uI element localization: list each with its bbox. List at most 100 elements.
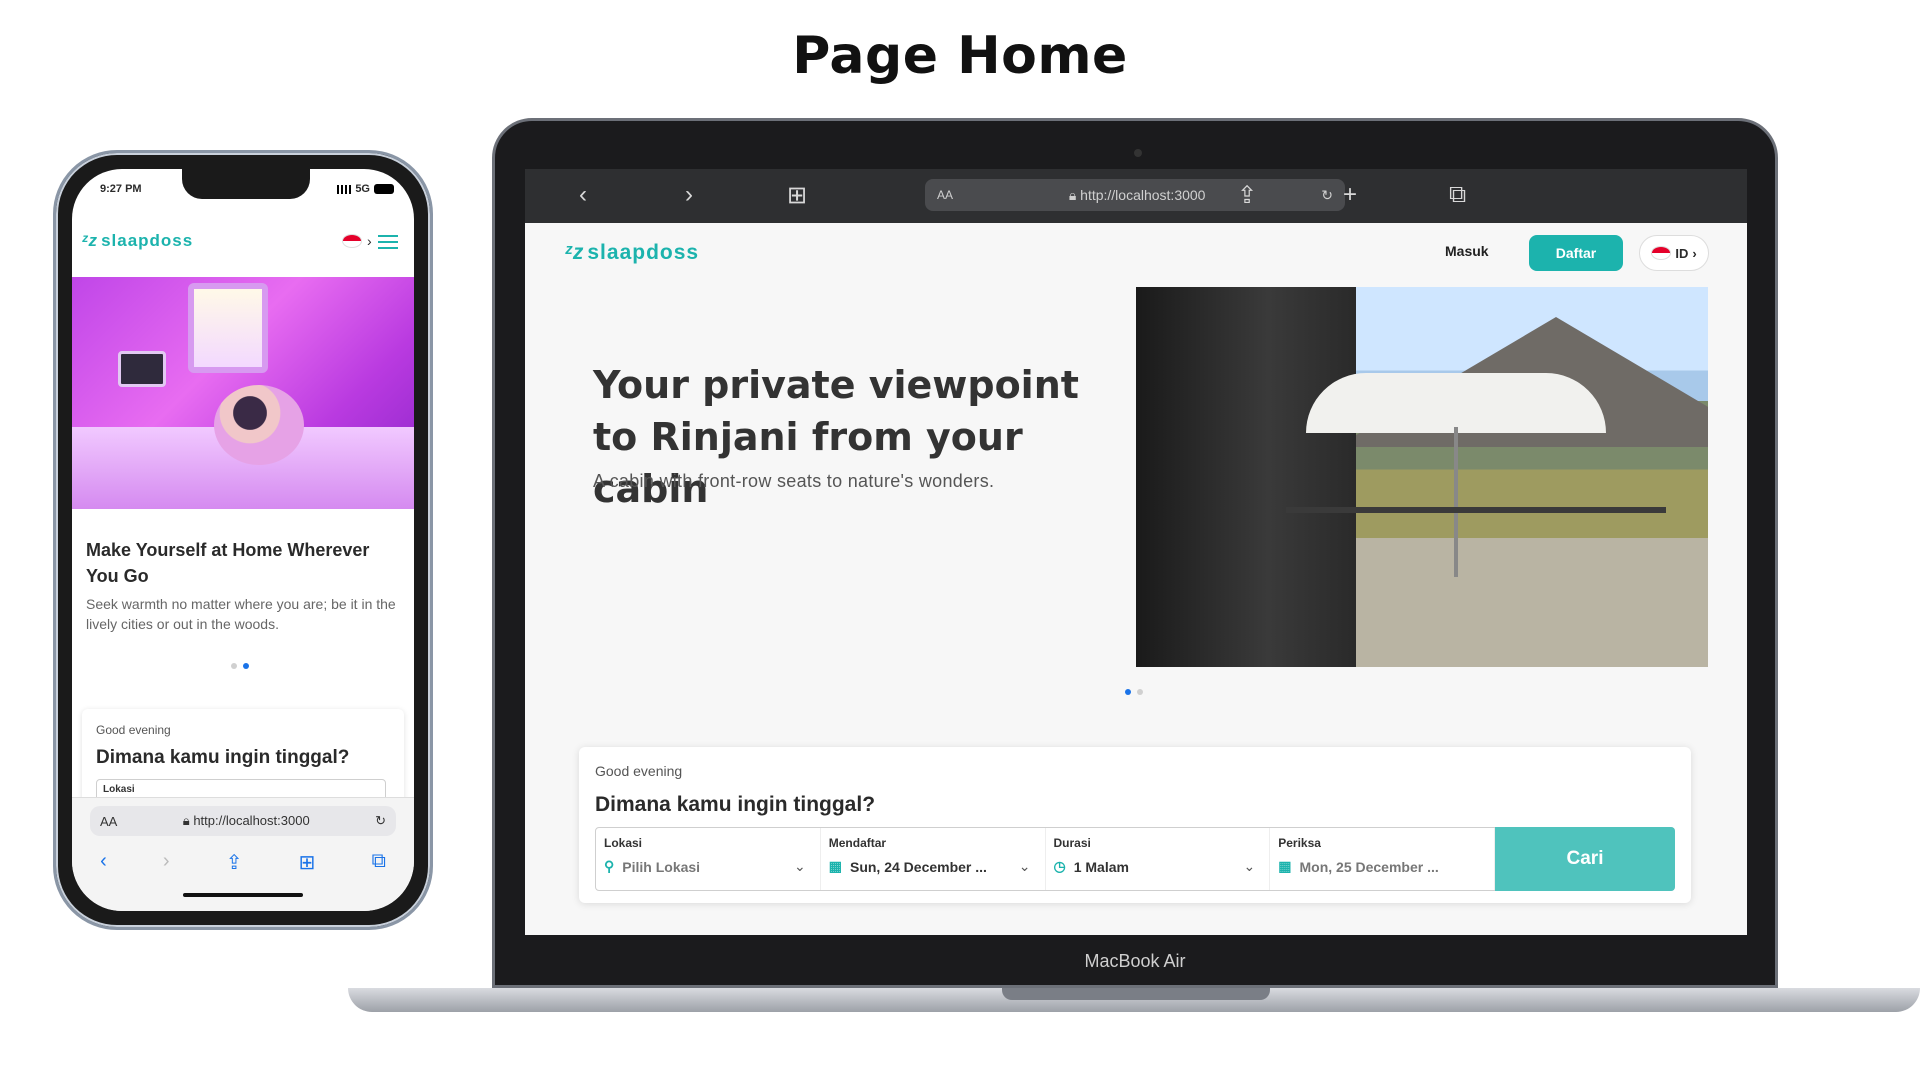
bookmarks-icon[interactable]: ⊞ xyxy=(299,850,316,875)
duration-label: Durasi xyxy=(1053,836,1091,850)
home-indicator xyxy=(183,893,303,897)
deck-railing xyxy=(1286,507,1666,513)
lock-icon: 🔒︎ xyxy=(182,813,190,828)
device-label: MacBook Air xyxy=(1084,951,1186,971)
logo-icon: ᶻz xyxy=(82,231,99,250)
umbrella-pole xyxy=(1454,427,1458,577)
location-label: Lokasi xyxy=(604,836,643,850)
logo[interactable]: ᶻz slaapdoss xyxy=(565,241,699,265)
share-icon[interactable]: ⇪ xyxy=(226,850,243,875)
greeting: Good evening xyxy=(96,723,171,737)
checkout-field[interactable]: Periksa ▦ Mon, 25 December ... xyxy=(1270,828,1495,890)
chevron-down-icon: ⌄ xyxy=(1243,858,1256,874)
laptop-mockup: ‹ › ⊞ AA 🔒︎ http://localhost:3000 ↻ ⇪ + … xyxy=(492,118,1778,988)
login-link[interactable]: Masuk xyxy=(1445,243,1489,259)
location-value: Pilih Lokasi xyxy=(622,858,701,875)
forward-icon[interactable]: › xyxy=(163,850,170,875)
carousel-description: Seek warmth no matter where you are; be … xyxy=(86,596,396,632)
share-icon[interactable]: ⇪ xyxy=(1237,181,1257,210)
search-question: Dimana kamu ingin tinggal? xyxy=(595,793,876,816)
language-selector[interactable]: › xyxy=(342,233,372,249)
checkin-value: Sun, 24 December ... xyxy=(849,858,987,875)
page-title: Page Home xyxy=(792,26,1128,86)
forward-icon[interactable]: › xyxy=(685,181,693,209)
text-size-button[interactable]: AA xyxy=(937,188,953,202)
lock-icon: 🔒︎ xyxy=(1068,186,1077,203)
carousel-dots[interactable] xyxy=(231,663,249,669)
tabs-icon[interactable]: ⧉ xyxy=(1449,181,1466,209)
address-bar[interactable]: AA 🔒︎ http://localhost:3000 ↻ xyxy=(90,806,396,836)
battery-icon xyxy=(374,184,394,194)
text-size-button[interactable]: AA xyxy=(100,814,117,829)
register-button[interactable]: Daftar xyxy=(1529,235,1623,271)
phone-mockup: 9:27 PM 5G ᶻz slaapdoss › Make Yourself … xyxy=(53,150,433,930)
checkout-label: Periksa xyxy=(1278,836,1321,850)
person-selfie xyxy=(214,385,304,465)
bookmarks-icon[interactable]: ⊞ xyxy=(787,181,807,210)
language-selector[interactable]: ID › xyxy=(1639,235,1709,271)
search-card: Good evening Dimana kamu ingin tinggal? … xyxy=(579,747,1691,903)
camera xyxy=(1134,149,1142,157)
capsule-window xyxy=(188,283,268,373)
search-form: Lokasi ⚲ Pilih Lokasi ⌄ Mendaftar ▦ Sun, 2… xyxy=(595,827,1675,891)
flag-indonesia-icon xyxy=(342,234,362,248)
control-panel xyxy=(118,351,166,387)
search-button[interactable]: Cari xyxy=(1495,827,1675,891)
url-text: http://localhost:3000 xyxy=(193,813,310,828)
logo-icon: ᶻz xyxy=(565,241,585,264)
logo-text: slaapdoss xyxy=(101,231,194,250)
carousel-dot[interactable] xyxy=(1137,689,1143,695)
chevron-down-icon: ⌄ xyxy=(794,858,806,874)
checkout-value: Mon, 25 December ... xyxy=(1299,858,1439,875)
hero-image xyxy=(1136,287,1708,667)
new-tab-icon[interactable]: + xyxy=(1343,181,1357,209)
hero-image xyxy=(72,277,414,509)
carousel-dot-active[interactable] xyxy=(243,663,249,669)
site-navbar: ᶻz slaapdoss Masuk Daftar ID › xyxy=(525,223,1747,287)
back-icon[interactable]: ‹ xyxy=(100,850,107,875)
browser-toolbar: ‹ › ⊞ AA 🔒︎ http://localhost:3000 ↻ ⇪ + … xyxy=(525,169,1747,223)
carousel-dot[interactable] xyxy=(231,663,237,669)
map-pin-icon: ⚲ xyxy=(604,858,615,874)
chevron-down-icon: ⌄ xyxy=(1018,858,1031,874)
hero-subtitle: A cabin with front-row seats to nature's… xyxy=(593,471,995,491)
location-field[interactable]: Lokasi ⚲ Pilih Lokasi ⌄ xyxy=(596,828,821,890)
calendar-icon: ▦ xyxy=(828,858,842,874)
logo[interactable]: ᶻz slaapdoss xyxy=(82,231,193,251)
logo-text: slaapdoss xyxy=(587,241,700,264)
calendar-icon: ▦ xyxy=(1278,858,1292,874)
carousel-dot-active[interactable] xyxy=(1125,689,1131,695)
duration-field[interactable]: Durasi ◷ 1 Malam ⌄ xyxy=(1046,828,1271,890)
language-code: ID xyxy=(1675,245,1689,261)
phone-screen: 9:27 PM 5G ᶻz slaapdoss › Make Yourself … xyxy=(72,169,414,911)
reload-icon[interactable]: ↻ xyxy=(1321,187,1333,204)
chevron-right-icon: › xyxy=(367,233,372,249)
carousel-dots[interactable] xyxy=(1125,689,1143,695)
carousel-title: Make Yourself at Home Wherever You Go xyxy=(86,540,370,586)
menu-icon[interactable] xyxy=(378,235,398,249)
checkin-label: Mendaftar xyxy=(828,836,887,850)
duration-value: 1 Malam xyxy=(1073,858,1129,875)
greeting: Good evening xyxy=(595,763,683,779)
address-bar[interactable]: AA 🔒︎ http://localhost:3000 ↻ xyxy=(925,179,1345,211)
back-icon[interactable]: ‹ xyxy=(579,181,587,209)
laptop-base-notch xyxy=(1002,988,1270,1000)
signal-icon xyxy=(337,184,352,194)
network-label: 5G xyxy=(355,183,370,195)
cabin-wall xyxy=(1136,287,1356,667)
flag-indonesia-icon xyxy=(1651,246,1672,260)
reload-icon[interactable]: ↻ xyxy=(375,813,386,829)
search-question: Dimana kamu ingin tinggal? xyxy=(96,747,350,768)
checkin-field[interactable]: Mendaftar ▦ Sun, 24 December ... ⌄ xyxy=(821,828,1046,890)
laptop-screen: ‹ › ⊞ AA 🔒︎ http://localhost:3000 ↻ ⇪ + … xyxy=(525,169,1747,935)
chevron-right-icon: › xyxy=(1692,245,1697,261)
phone-toolbar: ‹ › ⇪ ⊞ ⧉ xyxy=(72,850,414,875)
status-time: 9:27 PM xyxy=(100,183,142,195)
url-text: http://localhost:3000 xyxy=(1080,186,1206,203)
umbrella xyxy=(1306,373,1606,433)
tabs-icon[interactable]: ⧉ xyxy=(372,850,386,875)
phone-status-bar: 9:27 PM 5G xyxy=(72,183,414,203)
phone-navbar: ᶻz slaapdoss › xyxy=(72,221,414,261)
location-label: Lokasi xyxy=(103,784,135,795)
clock-icon: ◷ xyxy=(1053,858,1066,874)
